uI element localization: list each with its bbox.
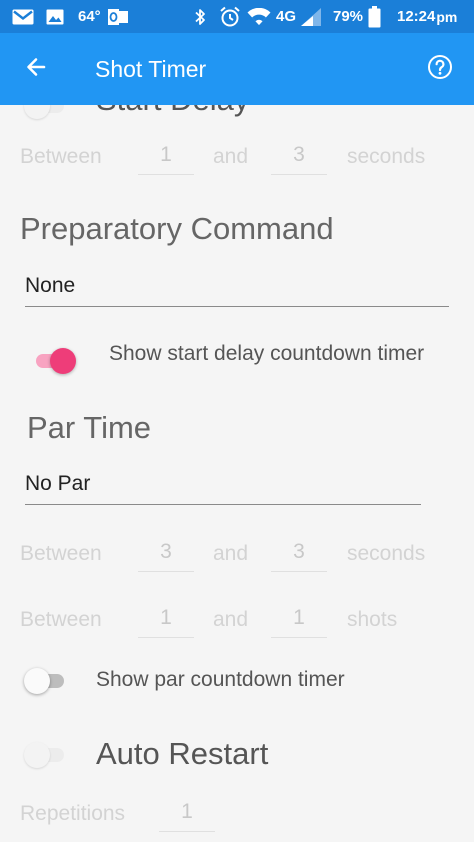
battery-percent-text: 79% (333, 8, 364, 25)
status-bar: 64° 4G 79% 12:24 pm (0, 0, 474, 33)
repetitions-field[interactable]: 1 (159, 798, 215, 832)
help-button[interactable] (418, 47, 462, 91)
par-seconds-unit-label: seconds (347, 542, 426, 565)
start-delay-switch[interactable] (24, 105, 66, 119)
settings-content[interactable]: Start Delay Between 1 and 3 seconds Prep… (0, 105, 474, 842)
temperature-text: 64° (78, 8, 101, 25)
show-start-delay-label: Show start delay countdown timer (109, 342, 425, 365)
preparatory-command-dropdown[interactable]: None (25, 271, 449, 307)
par-seconds-and-label: and (213, 542, 249, 565)
start-delay-and-label: and (213, 145, 249, 168)
par-seconds-max-field[interactable]: 3 (271, 538, 327, 572)
show-par-countdown-switch[interactable] (24, 668, 66, 694)
page-title: Shot Timer (95, 55, 207, 82)
repetitions-label: Repetitions (20, 802, 126, 825)
par-time-dropdown[interactable]: No Par (25, 469, 421, 505)
show-start-delay-switch[interactable] (34, 348, 76, 374)
bluetooth-icon (193, 0, 207, 33)
par-seconds-between-label: Between (20, 542, 102, 565)
par-seconds-min-field[interactable]: 3 (138, 538, 194, 572)
clock-text: 12:24 pm (397, 0, 457, 33)
par-shots-min-field[interactable]: 1 (138, 604, 194, 638)
auto-restart-switch[interactable] (24, 742, 66, 768)
network-type-text: 4G (276, 8, 297, 25)
app-bar: Shot Timer (0, 33, 474, 105)
auto-restart-label: Auto Restart (96, 736, 269, 771)
par-shots-between-label: Between (20, 608, 102, 631)
outlook-icon (107, 0, 129, 33)
help-circle-icon (427, 54, 453, 85)
gmail-icon (12, 0, 34, 33)
start-delay-between-label: Between (20, 145, 102, 168)
back-button[interactable] (14, 47, 58, 91)
start-delay-max-field[interactable]: 3 (271, 141, 327, 175)
image-icon (46, 0, 64, 33)
start-delay-min-field[interactable]: 1 (138, 141, 194, 175)
clock-time: 12:24 (397, 8, 436, 25)
par-shots-and-label: and (213, 608, 249, 631)
clock-suffix: pm (436, 8, 458, 25)
battery-icon (368, 0, 381, 33)
start-delay-label: Start Delay (96, 105, 249, 118)
preparatory-command-heading: Preparatory Command (20, 211, 334, 246)
alarm-icon (219, 0, 241, 33)
par-time-heading: Par Time (27, 410, 152, 445)
par-shots-unit-label: shots (347, 608, 398, 631)
wifi-icon (247, 0, 271, 33)
arrow-back-icon (24, 55, 48, 84)
start-delay-seconds-label: seconds (347, 145, 426, 168)
show-par-countdown-label: Show par countdown timer (96, 668, 345, 691)
signal-icon (300, 0, 322, 33)
par-shots-max-field[interactable]: 1 (271, 604, 327, 638)
